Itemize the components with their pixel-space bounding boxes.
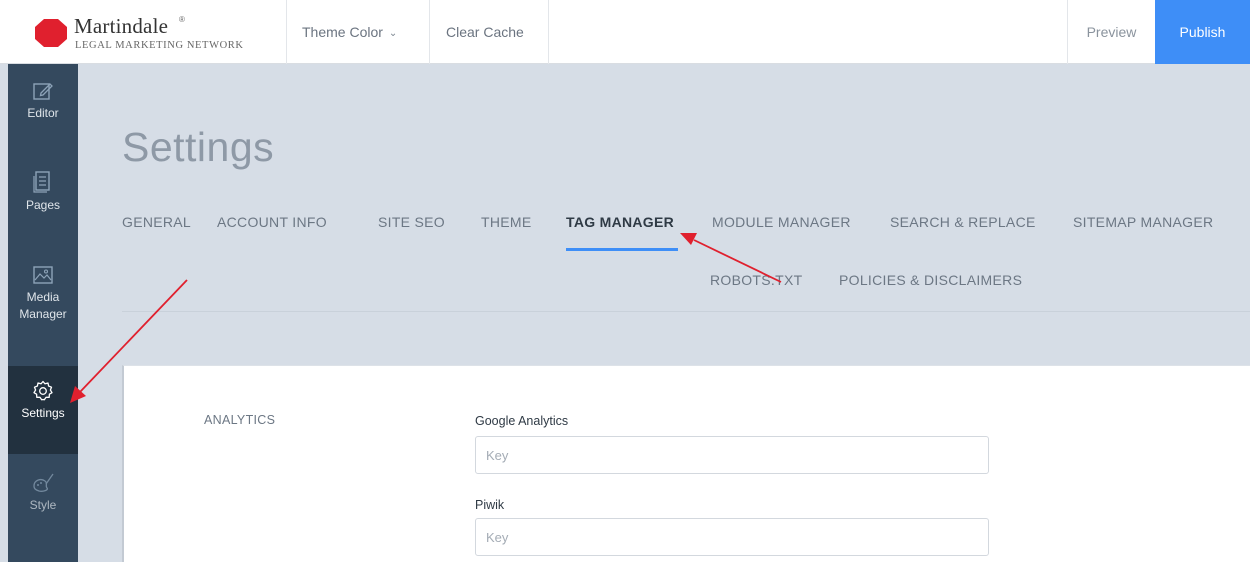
sidebar-item-style[interactable]: Style bbox=[8, 472, 78, 542]
tab-theme[interactable]: THEME bbox=[481, 214, 532, 230]
brand-name: Martindale bbox=[74, 14, 169, 38]
tab-account-info[interactable]: ACCOUNT INFO bbox=[217, 214, 327, 230]
pages-icon bbox=[33, 171, 50, 193]
theme-color-label: Theme Color bbox=[302, 24, 383, 40]
preview-button[interactable]: Preview bbox=[1067, 0, 1155, 64]
sidebar-item-label: Style bbox=[29, 498, 57, 512]
brand-tagline: LEGAL MARKETING NETWORK bbox=[75, 40, 244, 51]
sidebar-item-media-manager[interactable]: Media Manager bbox=[8, 264, 78, 354]
octagon-logo-icon bbox=[35, 19, 67, 47]
palette-icon bbox=[33, 473, 54, 492]
page-title: Settings bbox=[122, 124, 275, 170]
tab-policies-disclaimers[interactable]: POLICIES & DISCLAIMERS bbox=[839, 272, 1022, 288]
sidebar-item-label: Pages bbox=[25, 198, 61, 212]
piwik-label: Piwik bbox=[475, 498, 505, 512]
tab-search-replace[interactable]: SEARCH & REPLACE bbox=[890, 214, 1036, 230]
chevron-down-icon: ⌄ bbox=[388, 28, 398, 39]
topbar-divider bbox=[548, 0, 549, 64]
sidebar-item-settings[interactable]: Settings bbox=[8, 366, 78, 454]
piwik-key-input[interactable] bbox=[475, 518, 989, 556]
top-bar: Martindale ® LEGAL MARKETING NETWORK The… bbox=[0, 0, 1250, 64]
gear-icon bbox=[33, 380, 53, 401]
edit-icon bbox=[33, 83, 53, 100]
image-icon bbox=[33, 266, 53, 284]
sidebar-item-label-line2: Manager bbox=[19, 307, 67, 321]
tab-robots-txt[interactable]: ROBOTS.TXT bbox=[710, 272, 802, 288]
google-analytics-label: Google Analytics bbox=[475, 414, 569, 428]
tab-module-manager[interactable]: MODULE MANAGER bbox=[712, 214, 851, 230]
tabs-divider bbox=[122, 311, 1250, 312]
sidebar-item-label: Settings bbox=[21, 406, 65, 420]
publish-button[interactable]: Publish bbox=[1155, 0, 1250, 64]
theme-color-dropdown[interactable]: Theme Color ⌄ bbox=[302, 0, 397, 64]
tab-site-seo[interactable]: SITE SEO bbox=[378, 214, 445, 230]
sidebar: Editor Pages Media Manager Settings Styl… bbox=[8, 64, 78, 562]
tab-tag-manager[interactable]: TAG MANAGER bbox=[566, 214, 674, 230]
google-analytics-key-input[interactable] bbox=[475, 436, 989, 474]
tab-general[interactable]: GENERAL bbox=[122, 214, 191, 230]
brand-registered-mark: ® bbox=[179, 15, 185, 24]
tab-sitemap-manager[interactable]: SITEMAP MANAGER bbox=[1073, 214, 1213, 230]
clear-cache-button[interactable]: Clear Cache bbox=[446, 0, 524, 64]
sidebar-item-pages[interactable]: Pages bbox=[8, 170, 78, 240]
clear-cache-label: Clear Cache bbox=[446, 24, 524, 40]
sidebar-item-label: Media bbox=[26, 290, 60, 304]
topbar-divider bbox=[286, 0, 287, 64]
active-tab-indicator bbox=[566, 248, 678, 251]
analytics-section-label: ANALYTICS bbox=[204, 413, 276, 427]
topbar-divider bbox=[429, 0, 430, 64]
brand-logo[interactable]: Martindale ® LEGAL MARKETING NETWORK bbox=[8, 8, 286, 58]
sidebar-item-label: Editor bbox=[27, 106, 59, 120]
sidebar-item-editor[interactable]: Editor bbox=[8, 80, 78, 150]
